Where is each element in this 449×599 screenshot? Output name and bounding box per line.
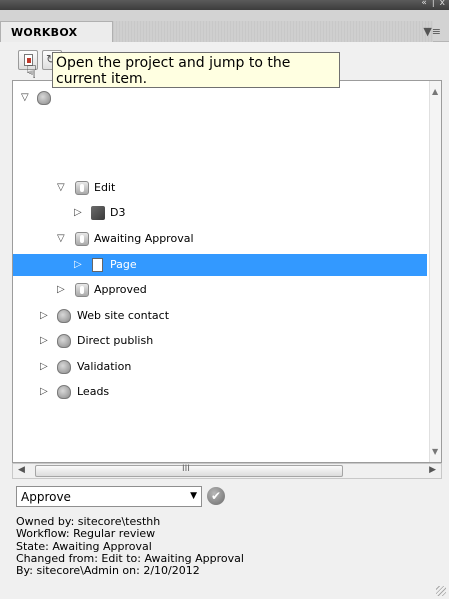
tree-item-label: Leads (77, 385, 110, 398)
window-controls[interactable]: « | x (421, 0, 446, 8)
collapse-icon[interactable]: ▽ (57, 233, 67, 244)
tree-item-edit[interactable]: ▽ Edit (13, 177, 427, 199)
expand-icon[interactable]: ▷ (40, 310, 50, 321)
collapse-icon[interactable]: ▽ (21, 92, 31, 103)
expand-icon[interactable]: ▷ (40, 386, 50, 397)
tree-item-label: Direct publish (77, 334, 154, 347)
execute-command-button[interactable]: ✔ (207, 487, 225, 505)
tree-item-workflow[interactable]: ▽ (13, 87, 427, 109)
selected-command: Approve (21, 490, 71, 504)
workflow-icon (57, 385, 71, 399)
collapse-icon[interactable]: ▽ (57, 182, 67, 193)
expand-icon[interactable]: ▷ (74, 259, 84, 270)
tree-item-awaiting-approval[interactable]: ▽ Awaiting Approval (13, 228, 427, 250)
chevron-down-icon[interactable]: ▼ (190, 491, 197, 501)
approve-check-icon: ✔ (210, 489, 222, 503)
vertical-scrollbar[interactable]: ▲ ▼ (429, 81, 441, 462)
panel-menu-icon[interactable]: ▼≡ (423, 25, 441, 38)
resize-grip[interactable] (436, 586, 446, 596)
tree-item-label: Page (110, 258, 137, 271)
by-text: By: sitecore\Admin on: 2/10/2012 (16, 564, 200, 578)
workbox-panel: ↻ ☟ ▽ ▽ Edit ▷ D3 ▽ Awaiting Approval ▷ (0, 42, 449, 599)
tree-item-direct-publish[interactable]: ▷ Direct publish (13, 330, 427, 352)
tree-item-approved[interactable]: ▷ Approved (13, 279, 427, 301)
scrollbar-grip: III (182, 464, 190, 474)
tree-item-d3[interactable]: ▷ D3 (13, 202, 427, 224)
horizontal-scrollbar[interactable]: ◀ III ▶ (12, 463, 442, 479)
workflow-icon (57, 309, 71, 323)
tree-item-label: Approved (94, 283, 147, 296)
expand-icon[interactable]: ▷ (40, 335, 50, 346)
tree-item-label: Validation (77, 360, 132, 373)
tree-item-leads[interactable]: ▷ Leads (13, 381, 427, 403)
state-icon (75, 232, 89, 246)
workflow-tree: ▽ ▽ Edit ▷ D3 ▽ Awaiting Approval ▷ Page… (12, 80, 442, 463)
window-title-bar: « | x (0, 0, 449, 10)
tooltip: Open the project and jump to the current… (52, 52, 340, 88)
tree-item-label: Edit (94, 181, 116, 194)
state-icon (75, 181, 89, 195)
tree-item-web-site-contact[interactable]: ▷ Web site contact (13, 305, 427, 327)
page-icon (92, 258, 103, 272)
scroll-up-icon[interactable]: ▲ (432, 87, 438, 96)
scrollbar-thumb[interactable]: III (35, 464, 343, 477)
scroll-right-icon[interactable]: ▶ (429, 465, 436, 475)
item-3d-icon (91, 206, 105, 220)
workflow-icon (37, 91, 51, 105)
tab-workbox[interactable]: WORKBOX (0, 21, 113, 42)
tree-item-label: Web site contact (77, 309, 170, 322)
workflow-text: Workflow: Regular review (16, 527, 156, 541)
tree-item-page[interactable]: ▷ Page (13, 254, 427, 276)
state-icon (75, 283, 89, 297)
tree-item-label: D3 (110, 206, 126, 219)
panel-tab-bar: WORKBOX ▼≡ (0, 10, 449, 42)
tree-item-validation[interactable]: ▷ Validation (13, 356, 427, 378)
item-workflow-details: Owned by: sitecore\testhh Workflow: Regu… (16, 515, 244, 578)
tree-item-label: Awaiting Approval (94, 232, 194, 245)
tab-bar-filler (113, 21, 433, 42)
expand-icon[interactable]: ▷ (74, 207, 84, 218)
scroll-down-icon[interactable]: ▼ (432, 447, 438, 456)
workflow-command-select[interactable]: Approve ▼ (16, 486, 202, 507)
expand-icon[interactable]: ▷ (40, 361, 50, 372)
workflow-icon (57, 334, 71, 348)
expand-icon[interactable]: ▷ (57, 284, 67, 295)
scroll-left-icon[interactable]: ◀ (18, 465, 25, 475)
workflow-icon (57, 360, 71, 374)
